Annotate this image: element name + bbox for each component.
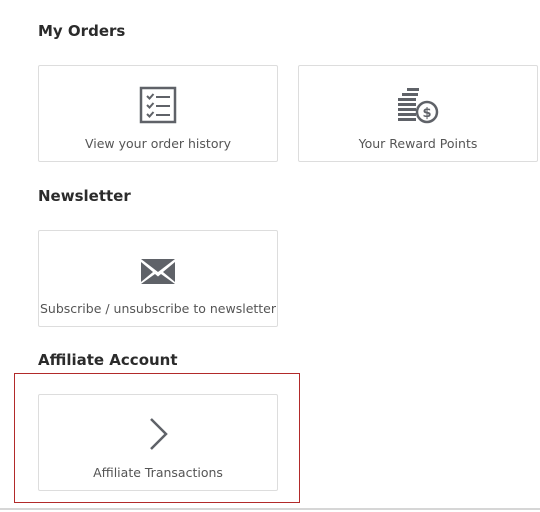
newsletter-heading: Newsletter <box>38 187 131 205</box>
view-order-history-label: View your order history <box>84 136 231 151</box>
svg-text:$: $ <box>422 106 431 121</box>
envelope-icon <box>39 257 277 285</box>
my-orders-heading: My Orders <box>38 22 126 40</box>
affiliate-account-heading: Affiliate Account <box>38 351 178 369</box>
newsletter-subscription-tile[interactable]: Subscribe / unsubscribe to newsletter <box>38 230 278 327</box>
reward-points-coins-icon: $ <box>299 86 537 126</box>
affiliate-transactions-label: Affiliate Transactions <box>93 465 223 480</box>
chevron-right-icon <box>39 417 277 451</box>
affiliate-transactions-tile[interactable]: Affiliate Transactions <box>38 394 278 491</box>
order-history-list-icon <box>39 86 277 124</box>
reward-points-label: Your Reward Points <box>358 136 478 151</box>
bottom-divider <box>0 508 540 510</box>
view-order-history-tile[interactable]: View your order history <box>38 65 278 162</box>
newsletter-subscription-label: Subscribe / unsubscribe to newsletter <box>39 301 277 316</box>
reward-points-tile[interactable]: $ Your Reward Points <box>298 65 538 162</box>
